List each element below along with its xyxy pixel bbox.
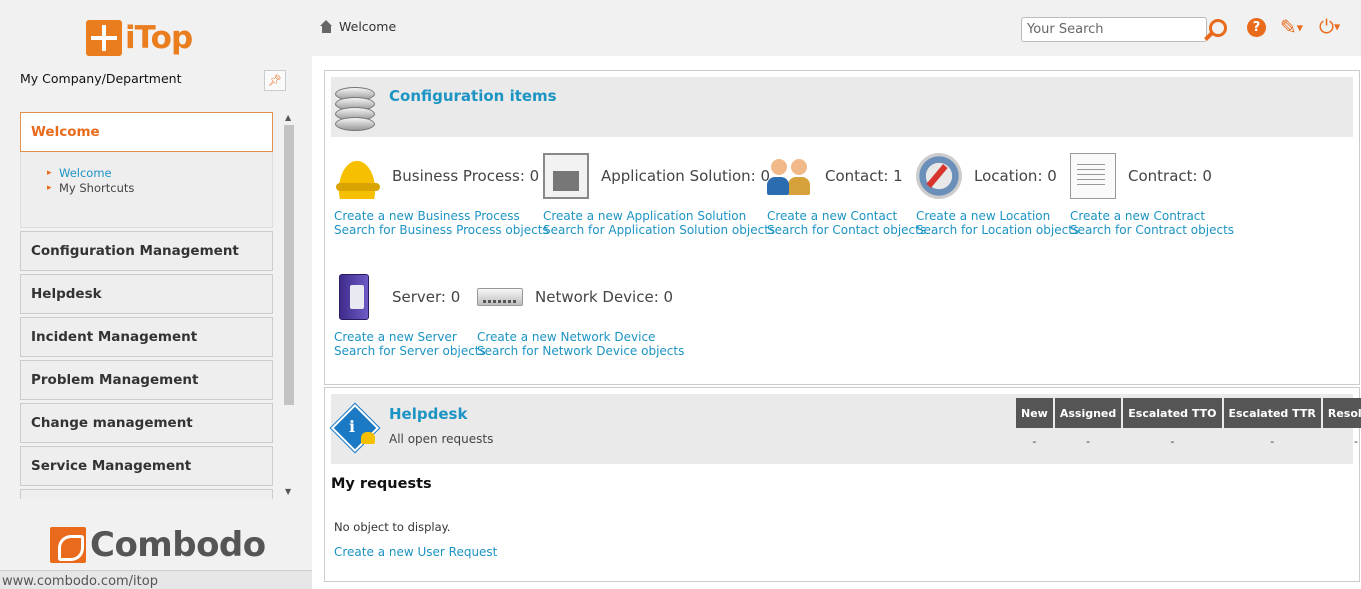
menu-change-management[interactable]: Change management	[20, 403, 273, 443]
count-cell[interactable]: -	[1323, 428, 1361, 454]
help-icon[interactable]: ?	[1247, 18, 1266, 37]
search-input[interactable]	[1021, 17, 1207, 42]
ci-count-label: Location: 0	[974, 167, 1057, 185]
compass-icon	[916, 153, 962, 199]
column-header: Assigned	[1054, 398, 1122, 428]
menu-item-welcome[interactable]: Welcome	[47, 166, 272, 181]
search-icon[interactable]	[1203, 18, 1227, 42]
empty-list-message: No object to display.	[334, 520, 451, 534]
menu-welcome-items: Welcome My Shortcuts	[20, 152, 273, 228]
count-cell[interactable]: -	[1055, 428, 1121, 454]
create-contact-link[interactable]: Create a new Contact	[767, 209, 897, 223]
contract-document-icon	[1070, 153, 1116, 199]
menu-problem-management[interactable]: Problem Management	[20, 360, 273, 400]
search-contact-link[interactable]: Search for Contact objects	[767, 223, 926, 237]
sidebar-menu: Welcome Welcome My Shortcuts Configurati…	[20, 112, 273, 499]
itop-logo[interactable]: iTop	[86, 20, 193, 56]
sidebar-scrollbar[interactable]	[284, 125, 294, 405]
search-network-device-link[interactable]: Search for Network Device objects	[477, 344, 684, 358]
top-bar: Welcome ? ✎▼ ⏻▼	[312, 0, 1361, 56]
my-requests-title: My requests	[331, 476, 432, 492]
create-server-link[interactable]: Create a new Server	[334, 330, 457, 344]
create-network-device-link[interactable]: Create a new Network Device	[477, 330, 655, 344]
create-business-process-link[interactable]: Create a new Business Process	[334, 209, 520, 223]
info-icon: i	[335, 408, 375, 448]
helmet-icon	[334, 153, 380, 199]
ci-count-label: Network Device: 0	[535, 288, 674, 306]
combodo-logo-icon	[50, 527, 86, 563]
dashlet-title: Helpdesk	[389, 405, 468, 423]
menu-welcome[interactable]: Welcome	[20, 112, 273, 152]
organization-label: My Company/Department	[20, 71, 182, 86]
combodo-logo[interactable]: Combodo	[50, 525, 266, 565]
home-icon[interactable]	[320, 20, 333, 33]
left-pane: iTop My Company/Department 📌︎ Welcome We…	[0, 0, 312, 589]
helpdesk-dashlet: i Helpdesk All open requests New Assigne…	[324, 387, 1361, 582]
search-server-link[interactable]: Search for Server objects	[334, 344, 486, 358]
create-application-solution-link[interactable]: Create a new Application Solution	[543, 209, 746, 223]
menu-incident-management[interactable]: Incident Management	[20, 317, 273, 357]
dashlet-title: Configuration items	[389, 87, 557, 105]
application-solution-icon	[543, 153, 589, 199]
edit-icon[interactable]: ✎▼	[1280, 16, 1306, 38]
pin-icon[interactable]: 📌︎	[264, 70, 286, 91]
create-contract-link[interactable]: Create a new Contract	[1070, 209, 1205, 223]
scroll-up-arrow-icon[interactable]: ▲	[285, 113, 291, 122]
ci-count-label: Contact: 1	[825, 167, 903, 185]
count-cell[interactable]: -	[1224, 428, 1321, 454]
scroll-down-arrow-icon[interactable]: ▼	[285, 487, 291, 496]
search-application-solution-link[interactable]: Search for Application Solution objects	[543, 223, 775, 237]
status-count-table: New Assigned Escalated TTO Escalated TTR…	[1014, 398, 1361, 454]
ci-count-label: Business Process: 0	[392, 167, 540, 185]
itop-logo-icon	[86, 20, 122, 56]
ci-count-label: Application Solution: 0	[601, 167, 771, 185]
database-icon	[335, 87, 377, 133]
dashlet-subtitle: All open requests	[389, 432, 494, 446]
column-header: Escalated TTR	[1223, 398, 1321, 428]
create-location-link[interactable]: Create a new Location	[916, 209, 1050, 223]
search-business-process-link[interactable]: Search for Business Process objects	[334, 223, 549, 237]
breadcrumb: Welcome	[320, 19, 396, 34]
menu-configuration-management[interactable]: Configuration Management	[20, 231, 273, 271]
menu-helpdesk[interactable]: Helpdesk	[20, 274, 273, 314]
search-location-link[interactable]: Search for Location objects	[916, 223, 1079, 237]
menu-service-management[interactable]: Service Management	[20, 446, 273, 486]
network-device-icon	[477, 288, 523, 306]
column-header: Escalated TTO	[1123, 398, 1222, 428]
count-cell[interactable]: -	[1123, 428, 1221, 454]
dashlet-header: Configuration items	[331, 77, 1353, 137]
combodo-logo-text: Combodo	[90, 525, 266, 565]
server-icon	[339, 274, 369, 320]
menu-next[interactable]	[20, 489, 273, 499]
configuration-items-dashlet: Configuration items Business Process: 0 …	[324, 70, 1360, 385]
breadcrumb-welcome[interactable]: Welcome	[339, 19, 396, 34]
itop-logo-text: iTop	[125, 20, 193, 56]
menu-item-my-shortcuts[interactable]: My Shortcuts	[47, 181, 272, 196]
ci-count-label: Contract: 0	[1128, 167, 1212, 185]
create-user-request-link[interactable]: Create a new User Request	[334, 545, 497, 559]
count-cell[interactable]: -	[1016, 428, 1053, 454]
column-header: Resolved	[1322, 398, 1361, 428]
ci-count-label: Server: 0	[392, 288, 461, 306]
contacts-icon	[767, 153, 813, 199]
search-contract-link[interactable]: Search for Contract objects	[1070, 223, 1234, 237]
main-content: Configuration items Business Process: 0 …	[312, 56, 1361, 589]
power-icon[interactable]: ⏻▼	[1319, 16, 1351, 38]
dashlet-header: i Helpdesk All open requests New Assigne…	[331, 394, 1361, 464]
column-header: New	[1016, 398, 1053, 428]
